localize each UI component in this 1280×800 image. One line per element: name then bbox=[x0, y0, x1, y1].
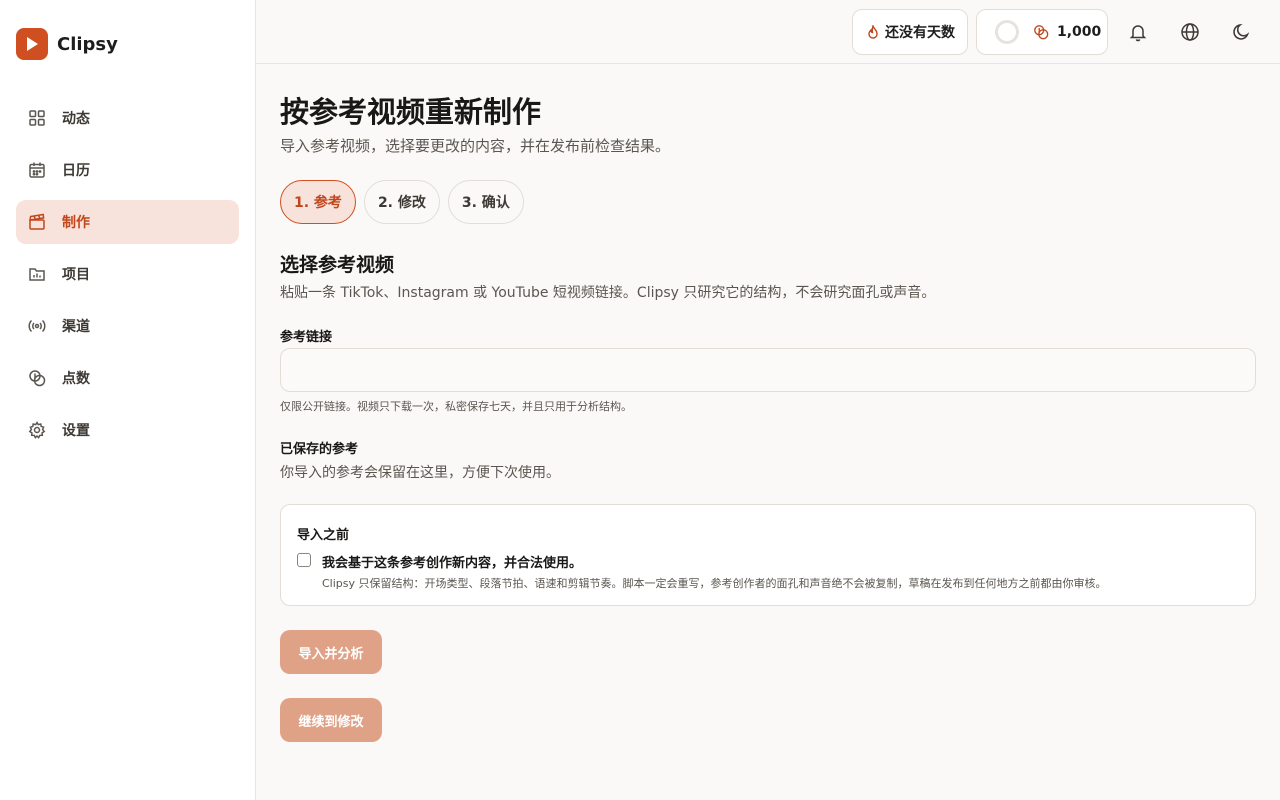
sidebar-item-calendar[interactable]: 日历 bbox=[16, 148, 239, 192]
sidebar-item-feed[interactable]: 动态 bbox=[16, 96, 239, 140]
reference-link-input[interactable] bbox=[280, 348, 1256, 392]
section-subtitle: 粘贴一条 TikTok、Instagram 或 YouTube 短视频链接。Cl… bbox=[280, 285, 936, 301]
folder-chart-icon bbox=[28, 265, 46, 283]
import-analyze-button[interactable]: 导入并分析 bbox=[280, 630, 382, 674]
brand-name: Clipsy bbox=[57, 33, 118, 55]
credits-value: 1,000 bbox=[1057, 24, 1102, 40]
coins-icon bbox=[28, 369, 46, 387]
saved-references-subtitle: 你导入的参考会保留在这里，方便下次使用。 bbox=[280, 465, 560, 481]
sidebar-item-label: 动态 bbox=[62, 111, 90, 127]
sidebar-item-label: 点数 bbox=[62, 371, 90, 387]
bell-icon[interactable] bbox=[1126, 20, 1150, 44]
moon-icon[interactable] bbox=[1230, 20, 1254, 44]
play-logo-icon bbox=[16, 28, 48, 60]
stepper: 1. 参考 2. 修改 3. 确认 bbox=[280, 180, 532, 224]
reference-link-hint: 仅限公开链接。视频只下载一次，私密保存七天，并且只用于分析结构。 bbox=[280, 400, 632, 413]
sidebar-item-create[interactable]: 制作 bbox=[16, 200, 239, 244]
sidebar-item-label: 制作 bbox=[62, 215, 90, 231]
step-confirm[interactable]: 3. 确认 bbox=[447, 180, 524, 224]
sidebar-item-label: 渠道 bbox=[62, 319, 90, 335]
coins-icon bbox=[1033, 24, 1049, 40]
sidebar: Clipsy 动态 日历 制作 项目 渠道 点数 设置 bbox=[0, 0, 256, 800]
legal-use-checkbox[interactable] bbox=[297, 553, 311, 567]
step-reference[interactable]: 1. 参考 bbox=[280, 180, 356, 224]
clapperboard-icon bbox=[28, 213, 46, 231]
credits-button[interactable]: 1,000 bbox=[976, 9, 1108, 55]
notice-title: 导入之前 bbox=[297, 528, 350, 543]
streak-label: 还没有天数 bbox=[885, 25, 955, 41]
notice-detail: Clipsy 只保留结构：开场类型、段落节拍、语速和剪辑节奏。脚本一定会重写，参… bbox=[322, 577, 1107, 590]
saved-references-title: 已保存的参考 bbox=[280, 442, 359, 457]
step-modify[interactable]: 2. 修改 bbox=[363, 180, 440, 224]
sidebar-item-label: 日历 bbox=[62, 163, 90, 179]
progress-ring bbox=[995, 20, 1019, 44]
reference-link-label: 参考链接 bbox=[280, 330, 333, 345]
page-title: 按参考视频重新制作 bbox=[280, 95, 542, 129]
sidebar-item-credits[interactable]: 点数 bbox=[16, 356, 239, 400]
sidebar-item-settings[interactable]: 设置 bbox=[16, 408, 239, 452]
sidebar-item-channels[interactable]: 渠道 bbox=[16, 304, 239, 348]
sidebar-item-label: 项目 bbox=[62, 267, 90, 283]
broadcast-icon bbox=[28, 317, 46, 335]
globe-icon[interactable] bbox=[1178, 20, 1202, 44]
import-notice-card: 导入之前 我会基于这条参考创作新内容，并合法使用。 Clipsy 只保留结构：开… bbox=[280, 504, 1256, 606]
grid-icon bbox=[28, 109, 46, 127]
section-title: 选择参考视频 bbox=[280, 254, 395, 276]
sidebar-nav: 动态 日历 制作 项目 渠道 点数 设置 bbox=[16, 96, 239, 460]
legal-use-checkbox-label[interactable]: 我会基于这条参考创作新内容，并合法使用。 bbox=[322, 552, 582, 571]
sidebar-item-projects[interactable]: 项目 bbox=[16, 252, 239, 296]
topbar: 还没有天数 1,000 bbox=[256, 0, 1280, 64]
page-subtitle: 导入参考视频，选择要更改的内容，并在发布前检查结果。 bbox=[280, 137, 671, 155]
calendar-icon bbox=[28, 161, 46, 179]
sidebar-item-label: 设置 bbox=[62, 423, 90, 439]
streak-button[interactable]: 还没有天数 bbox=[852, 9, 968, 55]
continue-to-modify-button[interactable]: 继续到修改 bbox=[280, 698, 382, 742]
brand[interactable]: Clipsy bbox=[16, 28, 118, 60]
gear-icon bbox=[28, 421, 46, 439]
flame-icon bbox=[867, 25, 879, 39]
